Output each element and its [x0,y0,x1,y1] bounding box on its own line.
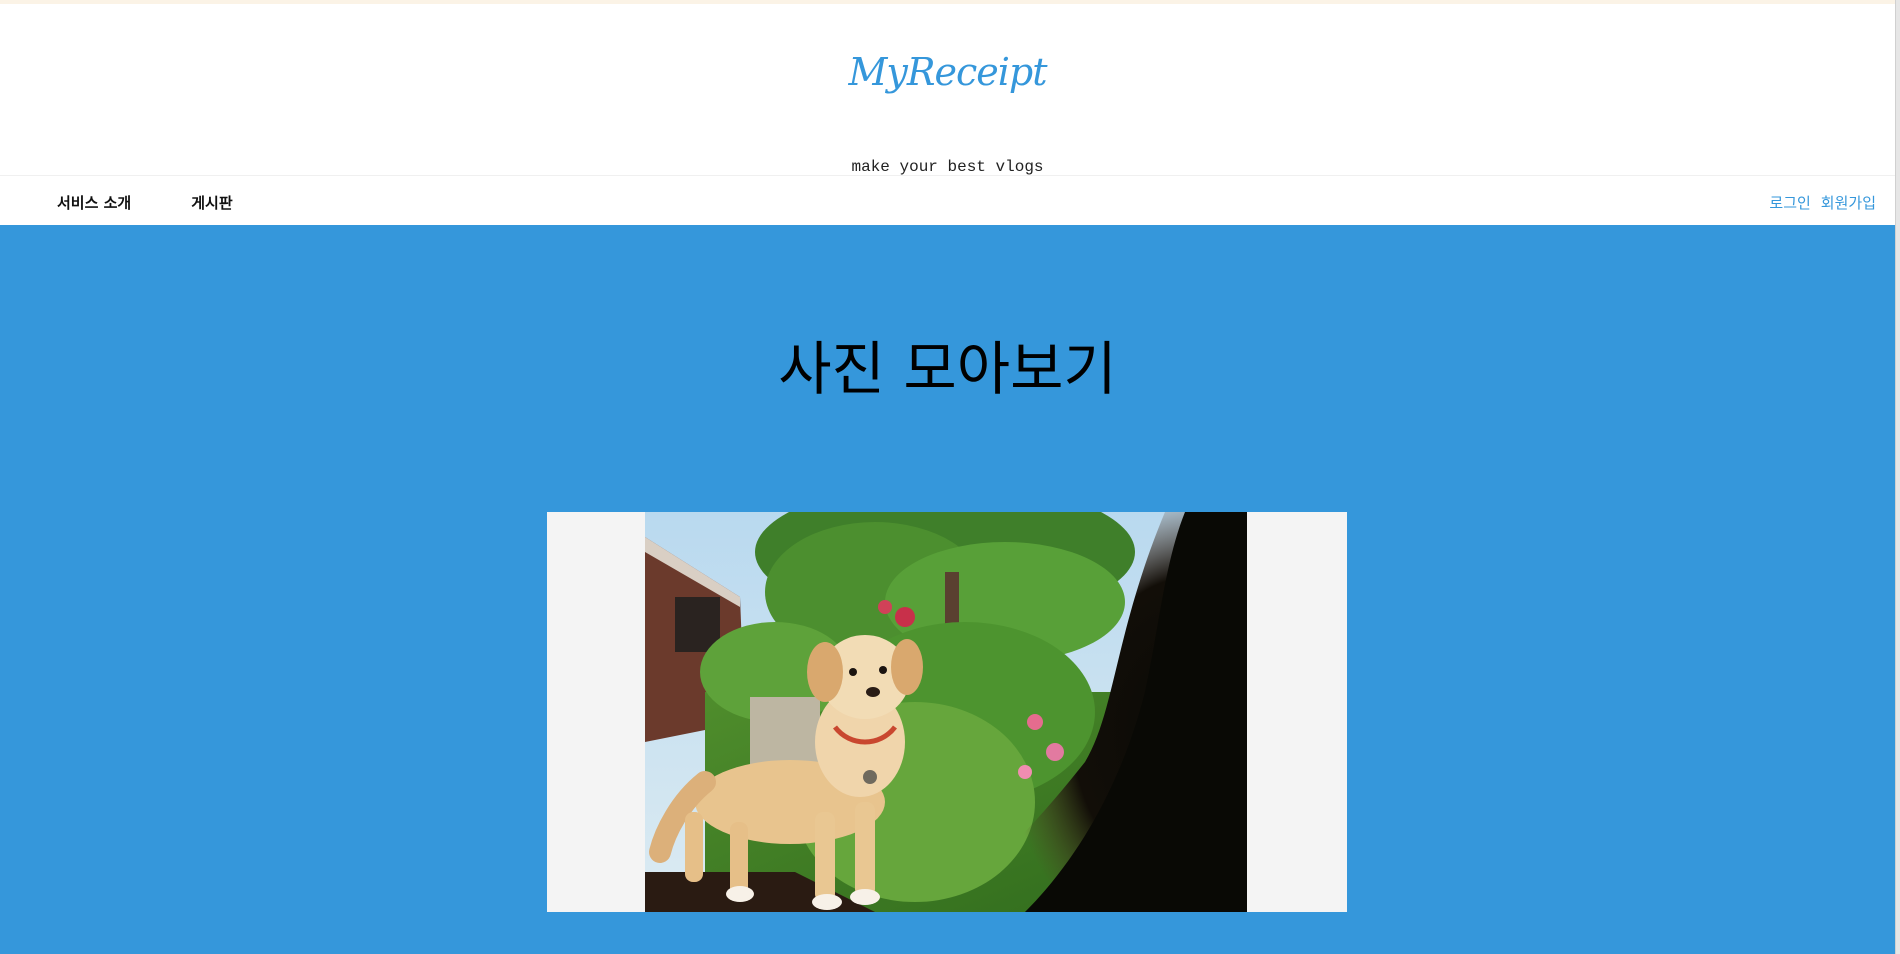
nav-right-group: 로그인 회원가입 [1769,192,1876,213]
dog-photo-illustration [645,512,1247,912]
photo-gallery-section: 사진 모아보기 [0,225,1895,954]
main-nav: 서비스 소개 게시판 로그인 회원가입 [0,175,1895,226]
section-title: 사진 모아보기 [778,335,1117,403]
site-header: MyReceipt make your best vlogs [0,4,1895,176]
login-link[interactable]: 로그인 [1769,192,1810,213]
site-tagline: make your best vlogs [851,158,1044,176]
nav-item-board[interactable]: 게시판 [191,192,232,213]
site-logo[interactable]: MyReceipt [0,50,1895,94]
signup-link[interactable]: 회원가입 [1821,192,1876,213]
dog-photo[interactable] [645,512,1247,912]
photo-carousel[interactable] [547,512,1347,912]
page: MyReceipt make your best vlogs 서비스 소개 게시… [0,0,1900,954]
nav-left-group: 서비스 소개 게시판 [57,192,233,213]
vertical-scrollbar[interactable] [1895,0,1900,954]
nav-item-service-intro[interactable]: 서비스 소개 [57,192,131,213]
